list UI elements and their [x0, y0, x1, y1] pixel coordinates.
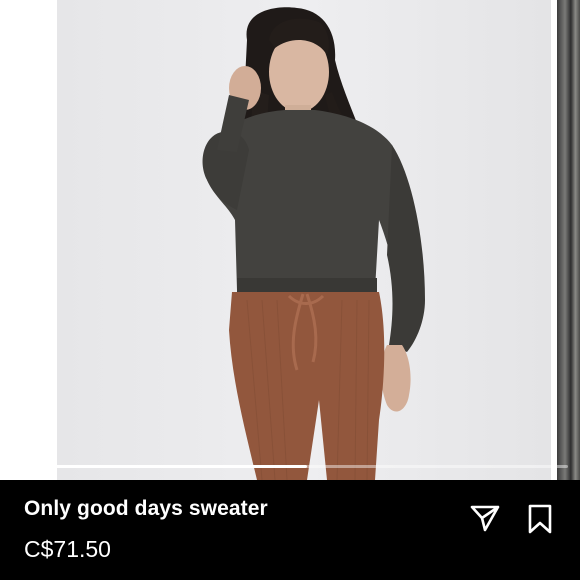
product-price: C$71.50 — [24, 536, 111, 562]
product-image-carousel[interactable] — [0, 0, 580, 480]
share-button[interactable] — [466, 499, 504, 537]
bookmark-icon — [528, 504, 552, 534]
carousel-progress-track — [12, 465, 568, 468]
save-button[interactable] — [520, 499, 560, 539]
next-product-photo-peek[interactable] — [557, 0, 580, 480]
product-photo — [57, 0, 551, 480]
model-illustration — [57, 0, 551, 480]
paper-plane-icon — [470, 505, 500, 532]
product-title[interactable]: Only good days sweater — [24, 497, 268, 521]
product-info-bar: Only good days sweater C$71.50 — [0, 480, 580, 580]
carousel-progress-fill — [12, 465, 307, 468]
